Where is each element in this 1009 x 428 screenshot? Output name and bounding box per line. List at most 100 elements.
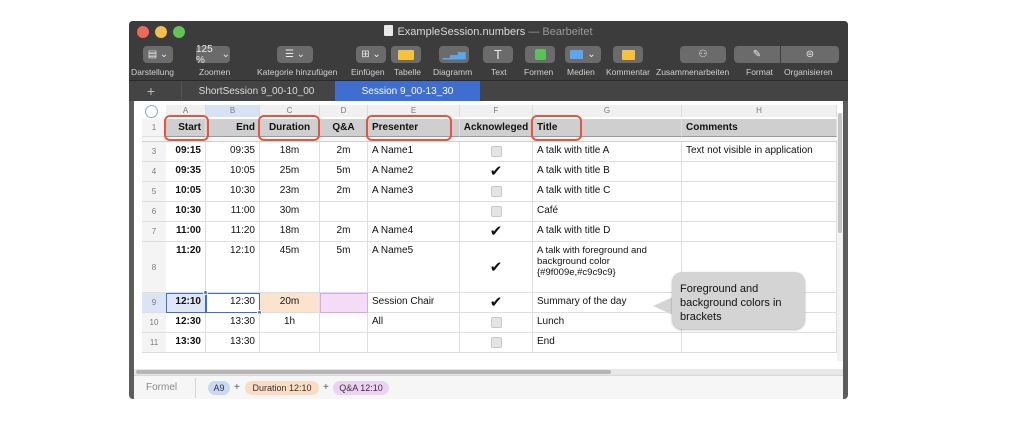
row-header[interactable]: 6: [142, 202, 166, 222]
cell-qa[interactable]: 2m: [320, 182, 368, 202]
checkmark-icon[interactable]: ✔: [490, 260, 503, 275]
row-header[interactable]: 4: [142, 162, 166, 182]
cell-title[interactable]: A talk with title A: [533, 142, 682, 162]
cell-qa[interactable]: [320, 313, 368, 333]
acknowledged-checkbox[interactable]: [490, 186, 502, 197]
column-header-f[interactable]: F: [460, 105, 533, 117]
cell-end[interactable]: 11:00: [206, 202, 260, 222]
cell-qa-referenced[interactable]: [320, 293, 368, 313]
cell-duration[interactable]: 18m: [260, 142, 320, 162]
header-cell-comments[interactable]: Comments: [682, 119, 837, 137]
media-button[interactable]: ⌄: [565, 46, 601, 63]
cell-qa[interactable]: [320, 333, 368, 353]
cell-duration-referenced[interactable]: 20m: [260, 293, 320, 313]
cell-presenter[interactable]: A Name4: [368, 222, 460, 242]
cell-start-selected[interactable]: 12:10: [166, 293, 206, 313]
cell-presenter[interactable]: A Name1: [368, 142, 460, 162]
add-category-button[interactable]: ☰ ⌄: [277, 46, 313, 63]
row-header-1[interactable]: 1: [142, 119, 166, 137]
cell-comment[interactable]: Text not visible in application: [682, 142, 837, 162]
organize-button[interactable]: ⊜: [781, 46, 839, 63]
collaborate-button[interactable]: ⚇: [680, 46, 726, 63]
cell-start[interactable]: 11:00: [166, 222, 206, 242]
cell-end[interactable]: 12:10: [206, 242, 260, 293]
cell-comment[interactable]: [682, 162, 837, 182]
cell-end[interactable]: 09:35: [206, 142, 260, 162]
cell-title-multiline[interactable]: A talk with foreground and background co…: [533, 242, 682, 293]
row-header[interactable]: 11: [142, 333, 166, 353]
vertical-scroll-thumb[interactable]: [838, 113, 842, 233]
cell-duration[interactable]: 23m: [260, 182, 320, 202]
cell-title[interactable]: Café: [533, 202, 682, 222]
checkmark-icon[interactable]: ✔: [490, 224, 503, 239]
cell-presenter[interactable]: [368, 333, 460, 353]
row-header[interactable]: 5: [142, 182, 166, 202]
cell-duration[interactable]: [260, 333, 320, 353]
column-header-d[interactable]: D: [320, 105, 368, 117]
cell-end[interactable]: 12:30: [206, 293, 260, 313]
acknowledged-checkbox[interactable]: [490, 337, 502, 348]
row-header[interactable]: 7: [142, 222, 166, 242]
cell-start[interactable]: 13:30: [166, 333, 206, 353]
cell-presenter[interactable]: A Name5: [368, 242, 460, 293]
row-header-selected[interactable]: 9: [142, 293, 166, 313]
insert-button[interactable]: ⊞ ⌄: [356, 46, 386, 63]
formula-token-a9[interactable]: A9: [208, 381, 230, 395]
cell-start[interactable]: 09:35: [166, 162, 206, 182]
acknowledged-checkbox[interactable]: [490, 206, 502, 217]
header-cell-end[interactable]: End: [206, 119, 260, 137]
cell-qa[interactable]: 2m: [320, 222, 368, 242]
cell-end[interactable]: 10:05: [206, 162, 260, 182]
checkmark-icon[interactable]: ✔: [490, 295, 503, 310]
cell-duration[interactable]: 18m: [260, 222, 320, 242]
cell-end[interactable]: 11:20: [206, 222, 260, 242]
add-sheet-button[interactable]: +: [141, 81, 161, 101]
cell-title[interactable]: Lunch: [533, 313, 682, 333]
format-button[interactable]: ✎: [734, 46, 780, 63]
cell-title[interactable]: A talk with title C: [533, 182, 682, 202]
cell-start[interactable]: 12:30: [166, 313, 206, 333]
tab-session-active[interactable]: Session 9_00-13_30: [335, 81, 480, 101]
cell-duration[interactable]: 45m: [260, 242, 320, 293]
cell-qa[interactable]: 5m: [320, 242, 368, 293]
cell-presenter[interactable]: A Name2: [368, 162, 460, 182]
select-all-button[interactable]: [145, 105, 158, 118]
header-cell-acknowledged[interactable]: Acknowleged: [460, 119, 533, 137]
cell-qa[interactable]: 2m: [320, 142, 368, 162]
cell-qa[interactable]: 5m: [320, 162, 368, 182]
cell-comment[interactable]: [682, 222, 837, 242]
row-header[interactable]: 8: [142, 242, 166, 293]
checkmark-icon[interactable]: ✔: [490, 164, 503, 179]
cell-duration[interactable]: 1h: [260, 313, 320, 333]
cell-comment[interactable]: [682, 202, 837, 222]
selection-handle[interactable]: [203, 290, 208, 295]
cell-start[interactable]: 10:05: [166, 182, 206, 202]
cell-presenter[interactable]: All: [368, 313, 460, 333]
cell-title[interactable]: End: [533, 333, 682, 353]
vertical-scrollbar[interactable]: [837, 113, 843, 361]
cell-end[interactable]: 13:30: [206, 333, 260, 353]
cell-duration[interactable]: 30m: [260, 202, 320, 222]
comment-button[interactable]: [613, 46, 643, 63]
table-button[interactable]: [391, 46, 421, 63]
formula-bar[interactable]: Formel A9 + Duration 12:10 + Q&A 12:10: [134, 375, 843, 399]
cell-start[interactable]: 10:30: [166, 202, 206, 222]
acknowledged-checkbox[interactable]: [490, 146, 502, 157]
cell-presenter[interactable]: A Name3: [368, 182, 460, 202]
cell-end[interactable]: 10:30: [206, 182, 260, 202]
column-header-h[interactable]: H: [682, 105, 837, 117]
row-header[interactable]: 10: [142, 313, 166, 333]
acknowledged-checkbox[interactable]: [490, 317, 502, 328]
tab-shortsession[interactable]: ShortSession 9_00-10_00: [181, 81, 331, 101]
cell-start[interactable]: 11:20: [166, 242, 206, 293]
horizontal-scroll-thumb[interactable]: [136, 370, 611, 374]
cell-qa[interactable]: [320, 202, 368, 222]
formula-token-qa[interactable]: Q&A 12:10: [333, 381, 389, 395]
formula-token-duration[interactable]: Duration 12:10: [245, 381, 319, 395]
cell-duration[interactable]: 25m: [260, 162, 320, 182]
zoom-select[interactable]: 125 % ⌄: [196, 44, 230, 66]
cell-comment[interactable]: [682, 333, 837, 353]
chart-button[interactable]: ▁▃▅: [439, 46, 469, 63]
view-button[interactable]: ▤ ⌄: [143, 46, 173, 63]
column-header-b[interactable]: B: [206, 105, 260, 117]
